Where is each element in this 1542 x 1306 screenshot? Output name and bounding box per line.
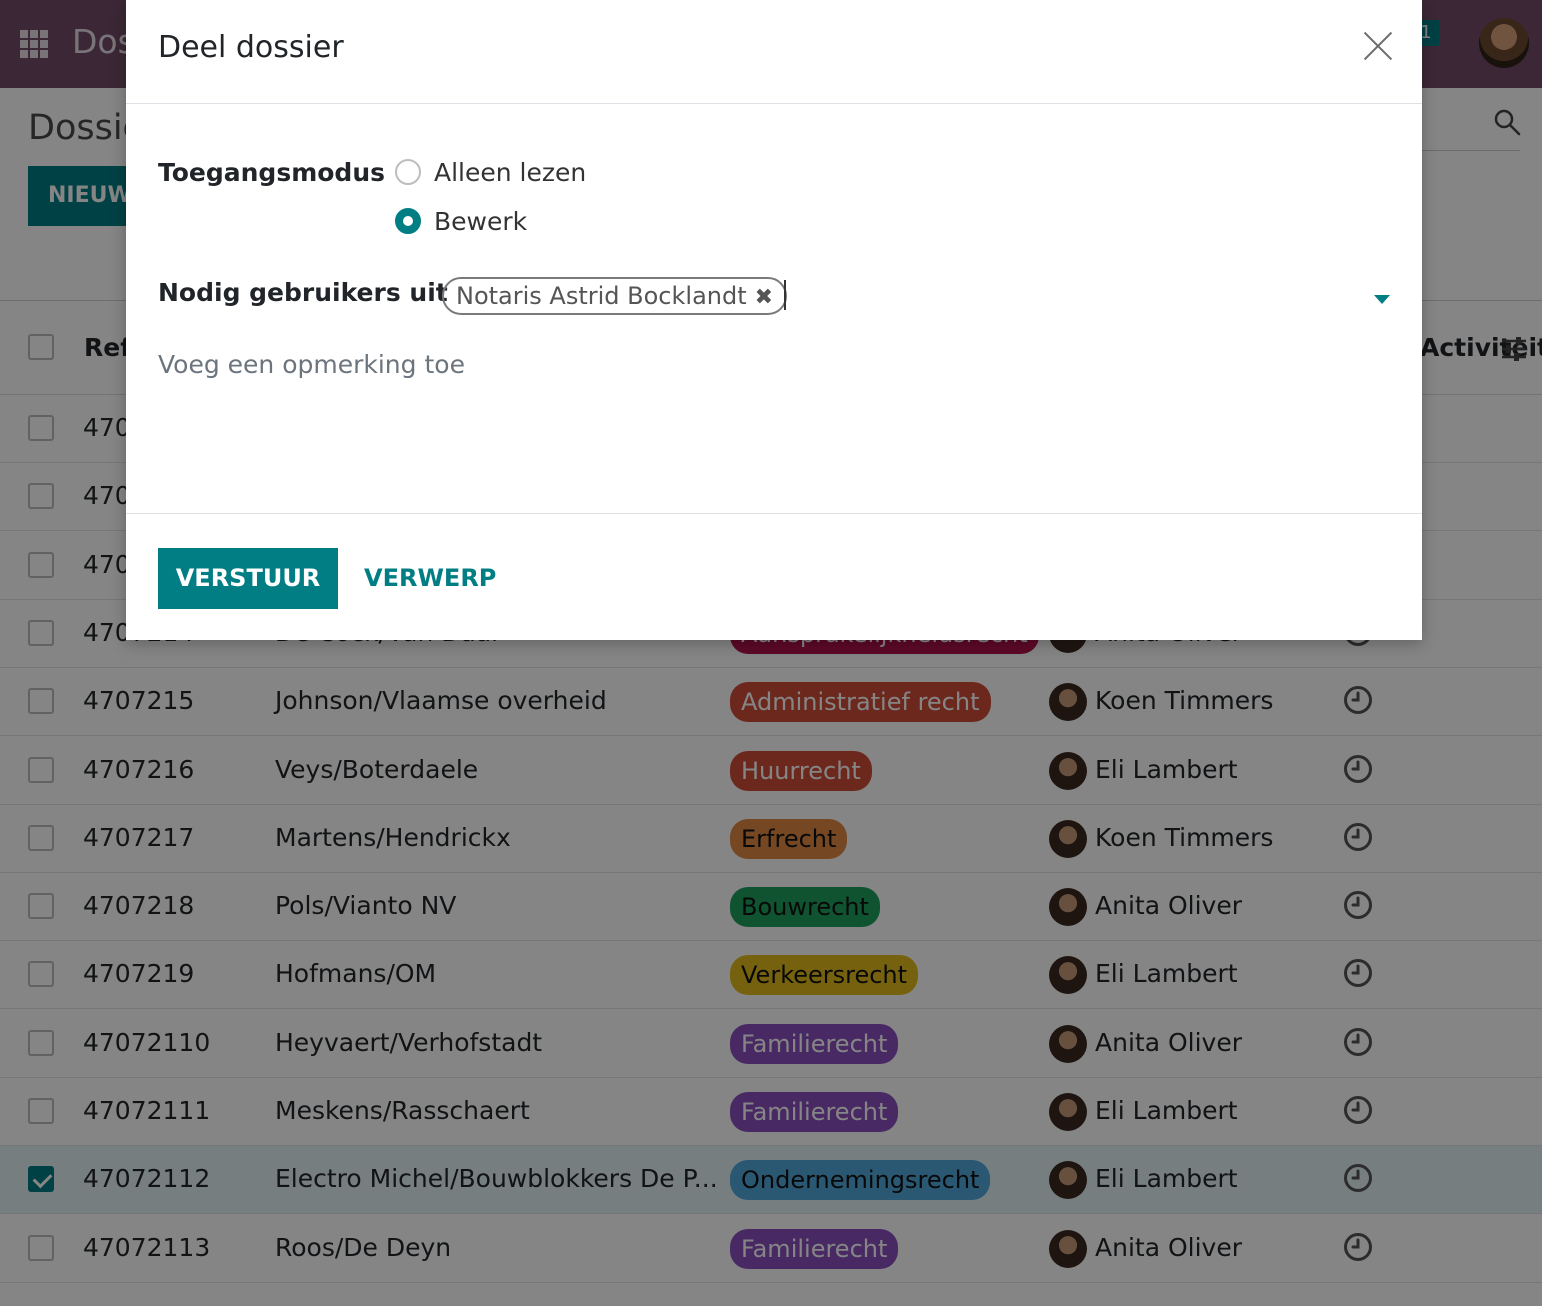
- dialog-header: Deel dossier: [126, 0, 1422, 104]
- send-button[interactable]: VERSTUUR: [158, 548, 338, 609]
- share-dialog: Deel dossier Toegangsmodus Alleen lezen …: [126, 0, 1422, 640]
- access-mode-label: Toegangsmodus: [158, 158, 386, 187]
- dialog-title: Deel dossier: [158, 30, 344, 65]
- radio-read-only[interactable]: [395, 159, 421, 185]
- radio-edit[interactable]: [395, 208, 421, 234]
- user-tag: Notaris Astrid Bocklandt ✖: [442, 277, 788, 315]
- radio-edit-label[interactable]: Bewerk: [434, 207, 527, 236]
- dialog-footer: VERSTUUR VERWERP: [126, 513, 1422, 640]
- user-tag-label: Notaris Astrid Bocklandt: [456, 282, 747, 310]
- discard-button[interactable]: VERWERP: [364, 548, 496, 609]
- invite-users-label: Nodig gebruikers uit: [158, 278, 448, 307]
- radio-read-only-label[interactable]: Alleen lezen: [434, 158, 586, 187]
- note-input[interactable]: Voeg een opmerking toe: [158, 350, 465, 379]
- close-icon[interactable]: [1362, 30, 1394, 62]
- remove-tag-icon[interactable]: ✖: [755, 285, 773, 310]
- page: Dossiers 1 Dossiers NIEUW Referentie Act…: [0, 0, 1542, 1306]
- text-cursor: [784, 280, 786, 310]
- caret-down-icon[interactable]: [1374, 295, 1390, 304]
